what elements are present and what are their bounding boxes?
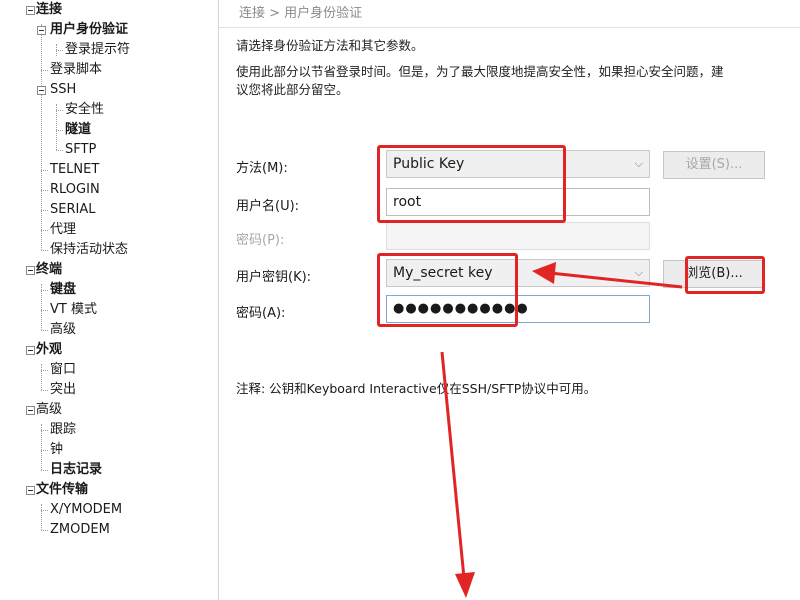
arrowhead-icon [532,262,556,284]
annotation-arrows [440,262,683,598]
arrow-down [440,351,466,579]
arrowhead-icon [455,572,475,598]
arrow-to-user-key [549,271,683,289]
